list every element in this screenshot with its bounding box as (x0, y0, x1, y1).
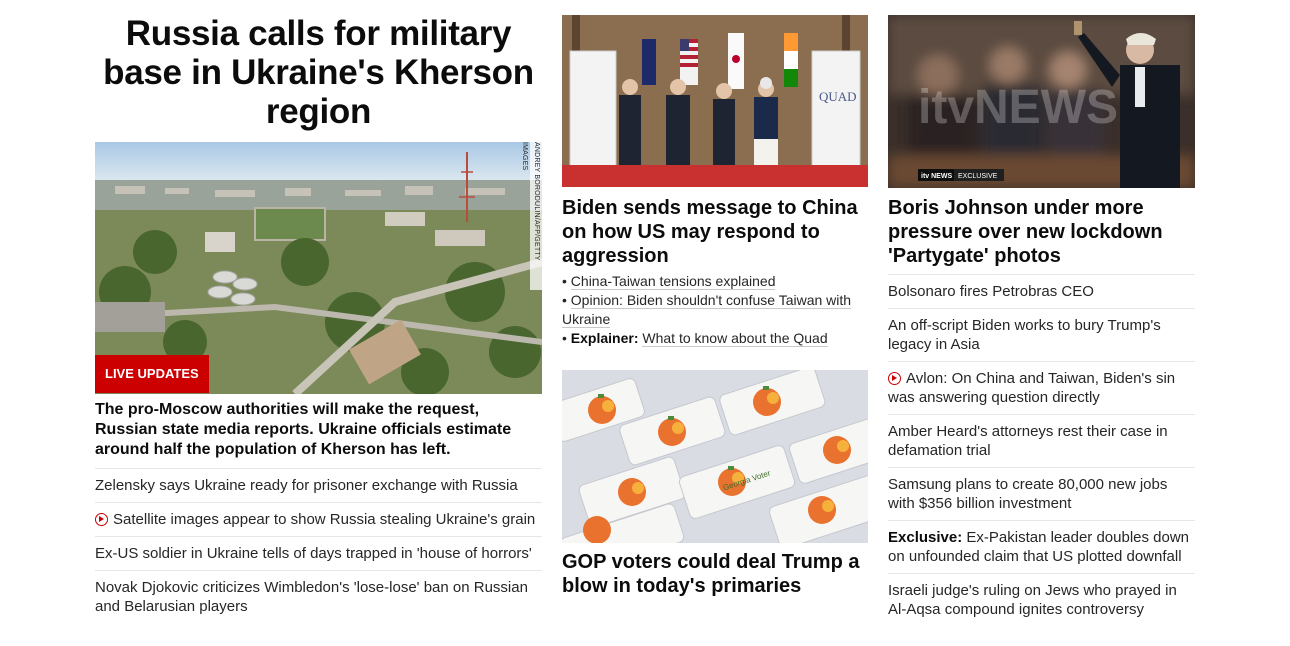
photo-credit: ANDREY BORODULIN/AFP/GETTY IMAGES (521, 142, 542, 290)
list-item[interactable]: Zelensky says Ukraine ready for prisoner… (95, 468, 542, 502)
play-icon (95, 513, 108, 526)
list-item-text: Zelensky says Ukraine ready for prisoner… (95, 477, 518, 494)
bullet-item[interactable]: • Opinion: Biden shouldn't confuse Taiwa… (562, 291, 868, 329)
list-item[interactable]: Satellite images appear to show Russia s… (95, 502, 542, 536)
list-item[interactable]: Exclusive: Ex-Pakistan leader doubles do… (888, 520, 1195, 573)
quad-leaders-image: QUAD (562, 15, 868, 187)
related-links-list: Zelensky says Ukraine ready for prisoner… (95, 468, 542, 623)
itv-watermark: itvNEWS (918, 81, 1118, 134)
bullet-item[interactable]: • China-Taiwan tensions explained (562, 272, 868, 291)
gop-voters-headline[interactable]: GOP voters could deal Trump a blow in to… (562, 550, 868, 598)
bullet-link-text: Opinion: Biden shouldn't confuse Taiwan … (562, 292, 852, 328)
kherson-aerial-photo[interactable]: ANDREY BORODULIN/AFP/GETTY IMAGES LIVE U… (95, 142, 542, 394)
list-item-prefix: Exclusive: (888, 529, 963, 546)
right-links-list: Bolsonaro fires Petrobras CEO An off-scr… (888, 274, 1195, 626)
bullet-prefix: Explainer: (570, 330, 639, 346)
list-item[interactable]: Samsung plans to create 80,000 new jobs … (888, 467, 1195, 520)
voter-stickers-photo[interactable]: Georgia Voter (562, 370, 868, 543)
list-item-text: Avlon: On China and Taiwan, Biden's sin … (888, 370, 1176, 406)
list-item[interactable]: An off-script Biden works to bury Trump'… (888, 308, 1195, 361)
list-item-text: Satellite images appear to show Russia s… (113, 511, 536, 528)
quad-leaders-photo[interactable]: QUAD (562, 15, 868, 187)
partygate-image: itvNEWS itv NEWS EXCLUSIVE (888, 15, 1195, 188)
lead-summary[interactable]: The pro-Moscow authorities will make the… (95, 400, 542, 460)
live-updates-badge[interactable]: LIVE UPDATES (95, 355, 209, 393)
list-item-text: Israeli judge's ruling on Jews who praye… (888, 582, 1177, 618)
list-item-text: An off-script Biden works to bury Trump'… (888, 317, 1161, 353)
bullet-link-text: China-Taiwan tensions explained (570, 273, 776, 290)
lead-headline[interactable]: Russia calls for military base in Ukrain… (95, 14, 542, 131)
list-item[interactable]: Bolsonaro fires Petrobras CEO (888, 274, 1195, 308)
list-item-text: Ex-US soldier in Ukraine tells of days t… (95, 545, 532, 562)
list-item-text: Novak Djokovic criticizes Wimbledon's 'l… (95, 579, 528, 615)
boris-johnson-headline[interactable]: Boris Johnson under more pressure over n… (888, 196, 1195, 268)
boris-johnson-photo[interactable]: itvNEWS itv NEWS EXCLUSIVE (888, 15, 1195, 188)
list-item-text: Bolsonaro fires Petrobras CEO (888, 283, 1094, 300)
biden-bullet-list: • China-Taiwan tensions explained • Opin… (562, 272, 868, 348)
bullet-item[interactable]: • Explainer: What to know about the Quad (562, 329, 868, 348)
list-item-text: Samsung plans to create 80,000 new jobs … (888, 476, 1168, 512)
voter-stickers-image: Georgia Voter (562, 370, 868, 543)
quad-sign-text: QUAD (819, 89, 857, 104)
list-item[interactable]: Amber Heard's attorneys rest their case … (888, 414, 1195, 467)
list-item[interactable]: Ex-US soldier in Ukraine tells of days t… (95, 536, 542, 570)
list-item[interactable]: Novak Djokovic criticizes Wimbledon's 'l… (95, 570, 542, 623)
list-item[interactable]: Avlon: On China and Taiwan, Biden's sin … (888, 361, 1195, 414)
itv-tag-brand: itv NEWS (921, 173, 952, 180)
list-item-text: Amber Heard's attorneys rest their case … (888, 423, 1168, 459)
play-icon (888, 372, 901, 385)
biden-china-headline[interactable]: Biden sends message to China on how US m… (562, 196, 868, 268)
itv-tag-label: EXCLUSIVE (958, 173, 998, 180)
list-item[interactable]: Israeli judge's ruling on Jews who praye… (888, 573, 1195, 626)
bullet-link-text: What to know about the Quad (642, 330, 828, 347)
